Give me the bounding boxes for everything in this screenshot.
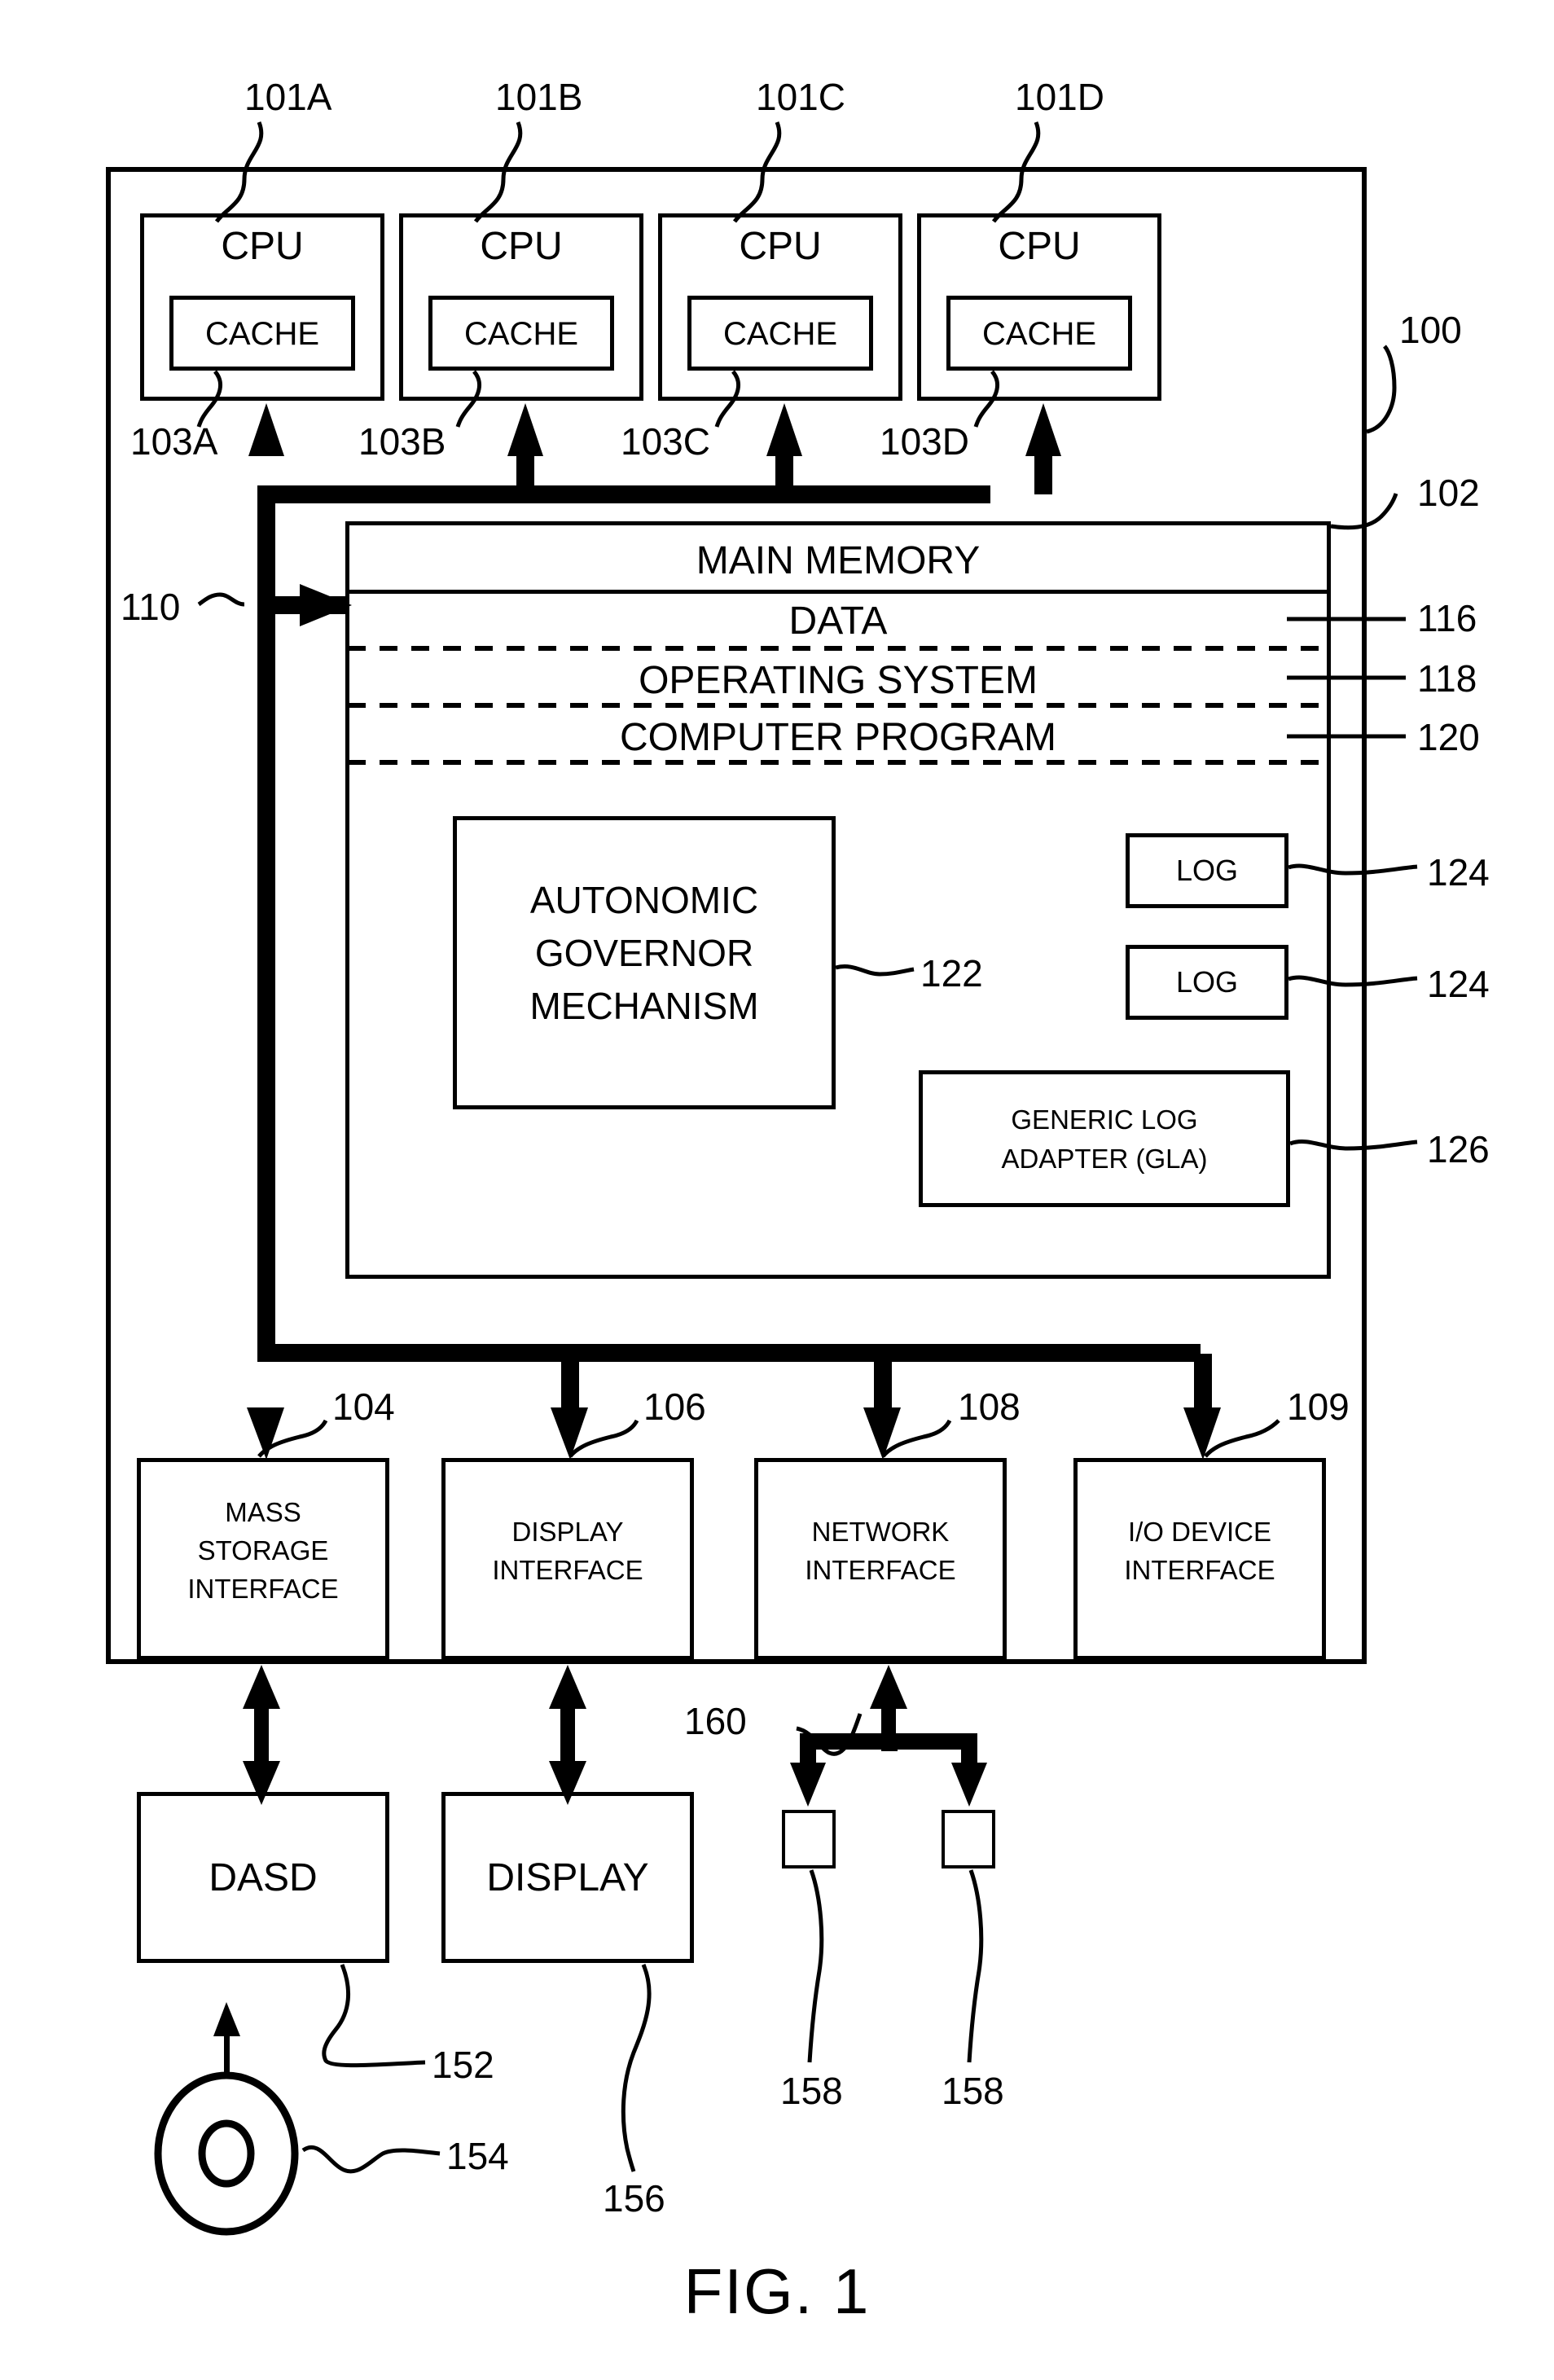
generic-log-adapter-block[interactable]	[919, 1070, 1290, 1207]
leader-line-156	[621, 1964, 652, 2172]
ref-101a: 101A	[244, 76, 332, 118]
main-memory-title: MAIN MEMORY	[696, 539, 981, 582]
gla-label-line1: GENERIC LOG	[1011, 1104, 1198, 1135]
dasd-label: DASD	[209, 1856, 318, 1899]
interface-label-2-line1: NETWORK	[811, 1517, 950, 1547]
ref-106: 106	[643, 1385, 706, 1428]
ref-103c: 103C	[621, 420, 710, 463]
leader-line-154	[301, 2145, 441, 2174]
governor-label-line2: GOVERNOR	[534, 932, 754, 974]
ref-103d: 103D	[880, 420, 969, 463]
ref-101d: 101D	[1015, 76, 1104, 118]
ref-103b: 103B	[358, 420, 446, 463]
governor-label-line3: MECHANISM	[529, 985, 759, 1027]
governor-label-line1: AUTONOMIC	[529, 879, 759, 921]
network-branch	[790, 1733, 987, 1807]
ref-116: 116	[1417, 597, 1477, 639]
interface-label-2-line2: INTERFACE	[805, 1555, 956, 1585]
cpu-label-0: CPU	[221, 225, 304, 268]
ref-152: 152	[432, 2044, 494, 2086]
interface-label-0-line3: INTERFACE	[187, 1574, 339, 1604]
ref-103a: 103A	[130, 420, 218, 463]
ref-109: 109	[1287, 1385, 1350, 1428]
figure-caption: FIG. 1	[683, 2255, 871, 2327]
ref-126: 126	[1427, 1128, 1490, 1170]
media-to-dasd-arrow	[213, 2002, 240, 2075]
ref-124-1: 124	[1427, 963, 1490, 1005]
interface-label-3-line1: I/O DEVICE	[1127, 1517, 1272, 1547]
ref-154: 154	[446, 2135, 509, 2177]
cache-label-0: CACHE	[204, 316, 320, 352]
ref-104: 104	[332, 1385, 395, 1428]
cpu-label-2: CPU	[739, 225, 822, 268]
leader-line-152	[322, 1964, 426, 2068]
ref-118: 118	[1417, 657, 1477, 700]
log-label-1: LOG	[1175, 965, 1239, 999]
ref-100: 100	[1399, 309, 1462, 351]
ref-101b: 101B	[495, 76, 583, 118]
leader-line-158-1	[967, 1869, 984, 2063]
gla-label-line2: ADAPTER (GLA)	[1001, 1144, 1208, 1174]
interface-label-1-line2: INTERFACE	[492, 1555, 643, 1585]
network-node-0[interactable]	[782, 1810, 836, 1868]
figure-canvas: CPU CACHE CPU CACHE CPU CACHE CPU CACHE …	[0, 0, 1554, 2380]
log-label-0: LOG	[1175, 854, 1239, 887]
ref-120: 120	[1417, 716, 1480, 758]
ref-102: 102	[1417, 472, 1480, 514]
ref-108: 108	[958, 1385, 1021, 1428]
ref-158-1: 158	[942, 2070, 1004, 2112]
leader-line-160	[796, 1713, 863, 1756]
media-disc	[154, 2071, 299, 2236]
interface-label-0-line2: STORAGE	[197, 1535, 329, 1565]
cache-label-2: CACHE	[722, 316, 838, 352]
memory-header-rule	[345, 590, 1331, 594]
cache-label-1: CACHE	[463, 316, 579, 352]
leader-line-100	[1366, 345, 1397, 434]
ref-122: 122	[920, 952, 983, 995]
memory-segment-label-0: DATA	[788, 599, 888, 643]
cache-label-3: CACHE	[981, 316, 1097, 352]
leader-line-158-0	[807, 1869, 824, 2063]
cpu-label-1: CPU	[480, 225, 563, 268]
interface-label-3-line2: INTERFACE	[1124, 1555, 1275, 1585]
device-link-arrows	[243, 1665, 907, 1805]
interface-label-1-line1: DISPLAY	[511, 1517, 624, 1547]
interface-label-0-line1: MASS	[225, 1497, 301, 1527]
ref-156: 156	[603, 2177, 665, 2220]
ref-124-0: 124	[1427, 851, 1490, 894]
ref-160: 160	[684, 1700, 747, 1742]
memory-segment-label-2: COMPUTER PROGRAM	[619, 716, 1056, 759]
memory-segment-label-1: OPERATING SYSTEM	[639, 659, 1038, 702]
network-node-1[interactable]	[942, 1810, 995, 1868]
ref-158-0: 158	[780, 2070, 843, 2112]
cpu-label-3: CPU	[998, 225, 1081, 268]
display-label: DISPLAY	[486, 1856, 649, 1899]
ref-101c: 101C	[756, 76, 845, 118]
ref-110: 110	[121, 586, 181, 628]
